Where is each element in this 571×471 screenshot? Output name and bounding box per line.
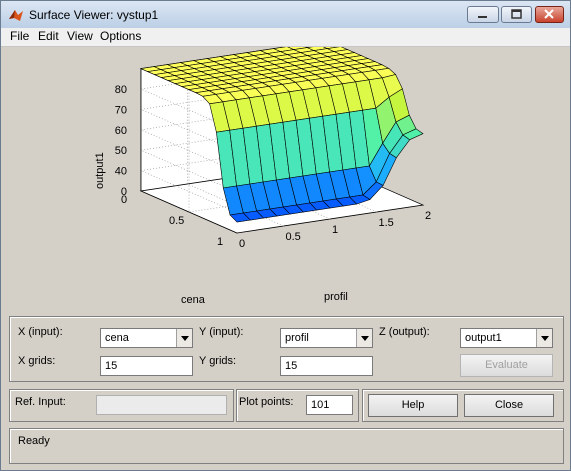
title-bar: Surface Viewer: vystup1 [1, 1, 570, 28]
y-input-select[interactable]: profil [280, 328, 373, 348]
menu-options[interactable]: Options [100, 29, 141, 43]
x-tick-label: 1 [332, 224, 338, 236]
y-grids-input[interactable]: 15 [280, 356, 373, 376]
matlab-icon [9, 10, 23, 21]
window-title: Surface Viewer: vystup1 [29, 8, 159, 22]
close-icon [544, 9, 554, 19]
y-input-value: profil [285, 332, 309, 344]
status-panel [9, 428, 564, 464]
y-tick-label: 1 [217, 236, 223, 248]
x-tick-label: 0 [239, 238, 245, 250]
help-button[interactable]: Help [368, 394, 458, 417]
x-tick-label: 0.5 [286, 231, 301, 243]
ref-input-field[interactable] [96, 395, 227, 415]
maximize-icon [511, 9, 522, 19]
x-input-value: cena [105, 332, 129, 344]
evaluate-button[interactable]: Evaluate [460, 354, 553, 377]
y-tick-label: 0.5 [169, 215, 184, 227]
menu-edit[interactable]: Edit [38, 29, 59, 43]
y-grids-label: Y grids: [199, 355, 237, 367]
plot-points-label: Plot points: [239, 396, 294, 408]
z-output-label: Z (output): [379, 326, 430, 338]
chevron-down-icon [176, 329, 192, 347]
x-tick-label: 2 [425, 210, 431, 222]
z-tick-label: 0 [121, 186, 127, 198]
y-input-label: Y (input): [199, 326, 244, 338]
x-input-select[interactable]: cena [100, 328, 193, 348]
z-tick-label: 40 [115, 166, 127, 178]
surface-plot[interactable]: 00.511.5200.5104050607080 profil cena ou… [1, 47, 570, 311]
y-axis-label: cena [181, 294, 206, 306]
menu-file[interactable]: File [10, 29, 29, 43]
chevron-down-icon [356, 329, 372, 347]
ref-input-label: Ref. Input: [15, 396, 66, 408]
maximize-button[interactable] [501, 6, 532, 23]
minimize-button[interactable] [467, 6, 499, 23]
plot-points-input[interactable]: 101 [306, 395, 353, 415]
chevron-down-icon [536, 329, 552, 347]
menu-view[interactable]: View [67, 29, 93, 43]
status-text: Ready [18, 435, 50, 447]
menu-bar: File Edit View Options [1, 28, 570, 47]
x-grids-input[interactable]: 15 [100, 356, 193, 376]
z-tick-label: 50 [115, 145, 127, 157]
x-tick-label: 1.5 [379, 217, 394, 229]
z-tick-label: 70 [115, 104, 127, 116]
plot-area[interactable]: 0 0.5 1 1.5 2 0 0.5 1 0 40 50 60 70 80 profil cena ou… [1, 47, 570, 311]
surface-viewer-window: Surface Viewer: vystup1 File Edit View O… [0, 0, 571, 471]
close-button[interactable]: Close [464, 394, 554, 417]
x-grids-label: X grids: [18, 355, 56, 367]
x-axis-label: profil [324, 291, 348, 303]
z-tick-label: 80 [115, 84, 127, 96]
x-input-label: X (input): [18, 326, 63, 338]
z-output-value: output1 [465, 332, 502, 344]
close-window-button[interactable] [535, 6, 564, 23]
minimize-icon [478, 16, 487, 18]
z-axis-label: output1 [94, 152, 106, 189]
z-output-select[interactable]: output1 [460, 328, 553, 348]
z-tick-label: 60 [115, 125, 127, 137]
